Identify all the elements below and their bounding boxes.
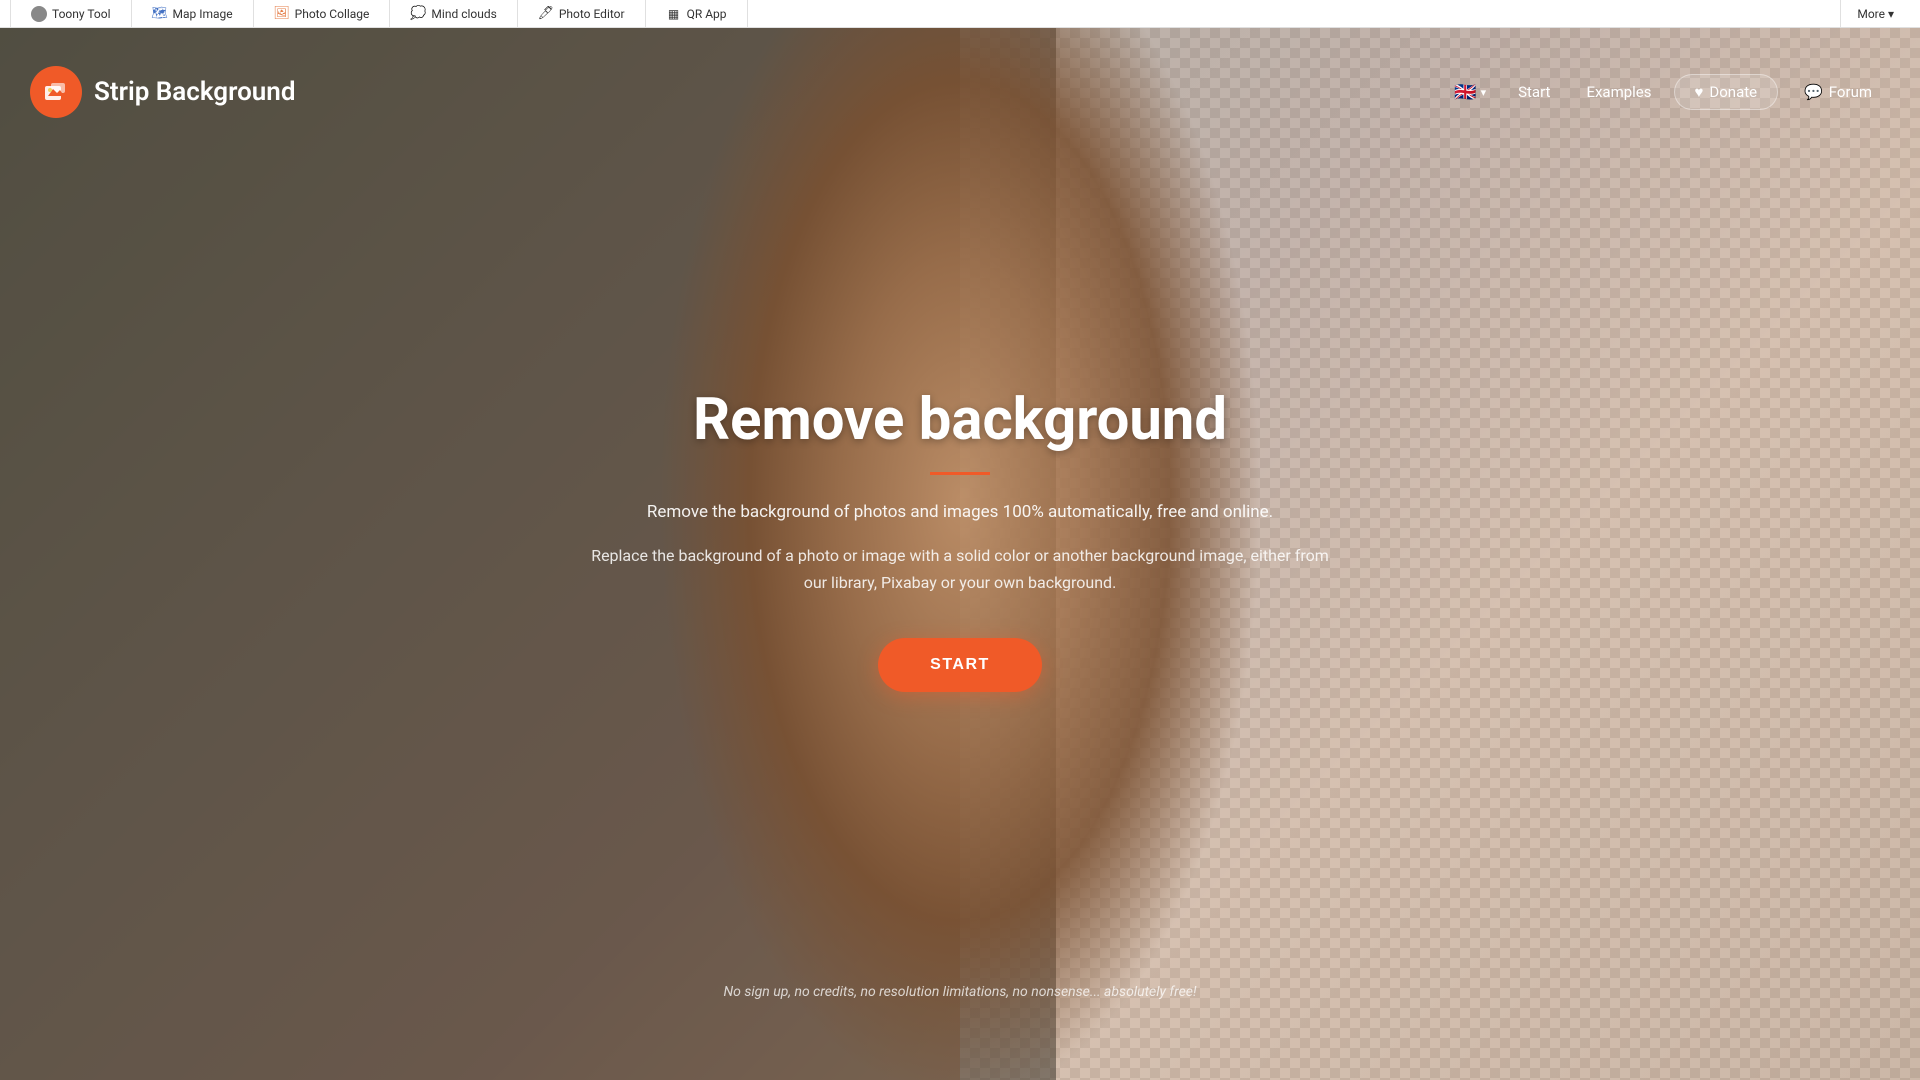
- photoeditor-icon: 🖊: [538, 6, 554, 22]
- nav-item-toony-tool[interactable]: Toony Tool: [10, 0, 132, 27]
- nav-item-photo-editor[interactable]: 🖊 Photo Editor: [518, 0, 646, 27]
- hero-description: Replace the background of a photo or ima…: [585, 542, 1335, 596]
- hero-subtitle: Remove the background of photos and imag…: [647, 499, 1273, 526]
- mind-clouds-label: Mind clouds: [431, 7, 496, 21]
- logo-text: Strip Background: [94, 77, 295, 107]
- header-nav: 🇬🇧 ▾ Start Examples ♥ Donate 💬 Forum: [1444, 74, 1890, 110]
- more-button[interactable]: More ▾: [1840, 0, 1910, 27]
- hero-title: Remove background: [693, 386, 1227, 454]
- logo-area[interactable]: Strip Background: [30, 66, 295, 118]
- logo-icon: [30, 66, 82, 118]
- chevron-down-icon: ▾: [1481, 86, 1487, 99]
- map-image-label: Map Image: [173, 7, 233, 21]
- heart-icon: ♥: [1695, 83, 1704, 101]
- hero-content: Remove background Remove the background …: [0, 28, 1920, 1080]
- photo-editor-label: Photo Editor: [559, 7, 625, 21]
- start-link[interactable]: Start: [1504, 77, 1564, 107]
- examples-link[interactable]: Examples: [1572, 77, 1665, 107]
- collage-icon: 🖼: [274, 6, 290, 22]
- hero-divider: [930, 472, 990, 475]
- hero-section: Strip Background 🇬🇧 ▾ Start Examples ♥ D…: [0, 28, 1920, 1080]
- chat-icon: 💬: [1804, 83, 1823, 101]
- toony-icon: [31, 6, 47, 22]
- logo-svg: [42, 78, 70, 106]
- photo-collage-label: Photo Collage: [295, 7, 370, 21]
- nav-item-qr-app[interactable]: ▦ QR App: [646, 0, 748, 27]
- toony-tool-label: Toony Tool: [52, 7, 111, 21]
- language-selector[interactable]: 🇬🇧 ▾: [1444, 76, 1496, 109]
- top-nav-bar: Toony Tool 🗺 Map Image 🖼 Photo Collage 💭…: [0, 0, 1920, 28]
- nav-item-mind-clouds[interactable]: 💭 Mind clouds: [390, 0, 517, 27]
- map-icon: 🗺: [152, 6, 168, 22]
- start-button[interactable]: START: [878, 638, 1042, 692]
- flag-icon: 🇬🇧: [1454, 82, 1476, 103]
- qr-app-label: QR App: [687, 7, 727, 21]
- qr-icon: ▦: [666, 6, 682, 22]
- donate-button[interactable]: ♥ Donate: [1674, 74, 1779, 110]
- main-header: Strip Background 🇬🇧 ▾ Start Examples ♥ D…: [0, 56, 1920, 128]
- nav-item-map-image[interactable]: 🗺 Map Image: [132, 0, 254, 27]
- mind-icon: 💭: [410, 6, 426, 22]
- hero-footnote: No sign up, no credits, no resolution li…: [724, 984, 1197, 1000]
- more-label: More ▾: [1857, 7, 1894, 21]
- nav-item-photo-collage[interactable]: 🖼 Photo Collage: [254, 0, 391, 27]
- forum-label: Forum: [1829, 83, 1872, 101]
- forum-button[interactable]: 💬 Forum: [1786, 75, 1890, 109]
- donate-label: Donate: [1709, 83, 1757, 101]
